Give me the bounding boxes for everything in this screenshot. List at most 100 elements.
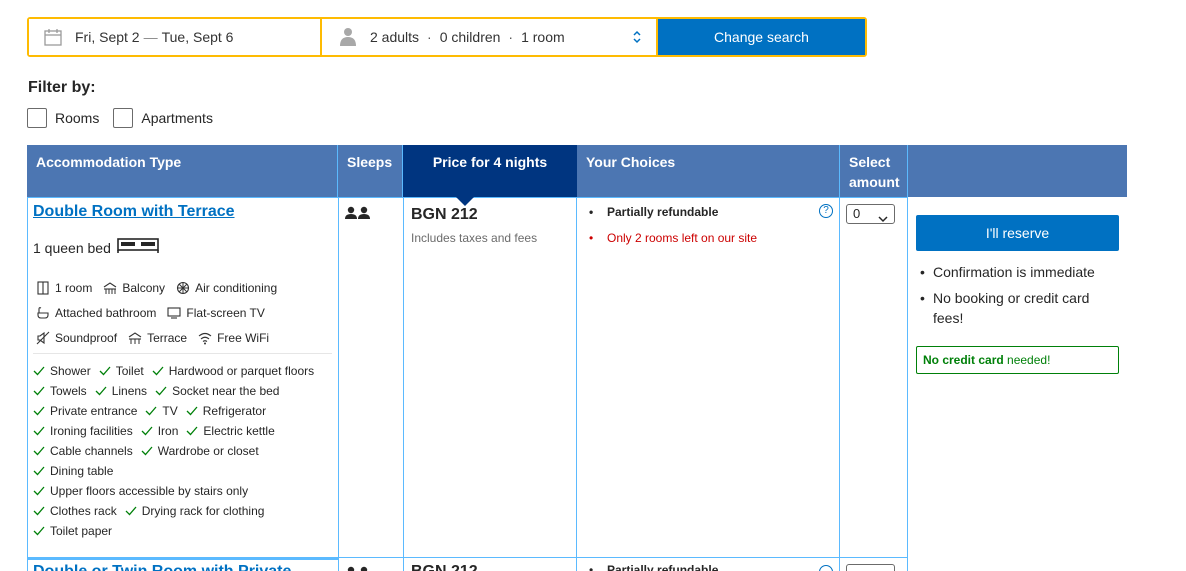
amenity-label: Electric kettle bbox=[203, 424, 275, 438]
no-credit-card-rest: needed! bbox=[1003, 353, 1051, 367]
question-icon[interactable]: ? bbox=[819, 204, 833, 218]
amenity-label: Shower bbox=[50, 364, 91, 378]
amount-select[interactable] bbox=[846, 564, 895, 571]
price-note: Includes taxes and fees bbox=[411, 231, 538, 245]
facility-item: Free WiFi bbox=[198, 331, 269, 345]
filter-apartments[interactable]: Apartments bbox=[113, 108, 213, 128]
amenity-item: Electric kettle bbox=[186, 424, 275, 438]
no-credit-card-bold: No credit card bbox=[923, 353, 1004, 367]
checkmark-icon bbox=[33, 365, 45, 377]
date-separator: — bbox=[143, 29, 158, 45]
amenity-label: Clothes rack bbox=[50, 504, 117, 518]
dot-separator: · bbox=[427, 29, 432, 45]
header-select-amount: Select amount bbox=[840, 145, 908, 197]
benefits-list: Confirmation is immediate No booking or … bbox=[920, 262, 1120, 334]
amenity-item: Dining table bbox=[33, 464, 113, 478]
checkmark-icon bbox=[33, 425, 45, 437]
amenity-label: Socket near the bed bbox=[172, 384, 280, 398]
amenity-item: Drying rack for clothing bbox=[125, 504, 265, 518]
check-out-date: Tue, Sept 6 bbox=[161, 29, 234, 45]
person-icon bbox=[338, 27, 358, 47]
header-select-line1: Select bbox=[849, 154, 891, 170]
amenity-item: Hardwood or parquet floors bbox=[152, 364, 314, 378]
amenity-label: Upper floors accessible by stairs only bbox=[50, 484, 249, 498]
filter-apartments-label: Apartments bbox=[141, 110, 213, 126]
room-amenities: Shower Toilet Hardwood or parquet floors To… bbox=[33, 361, 333, 541]
rooms-checkbox[interactable] bbox=[27, 108, 47, 128]
checkmark-icon bbox=[99, 365, 111, 377]
question-icon[interactable] bbox=[819, 565, 833, 571]
facility-label: Terrace bbox=[147, 330, 188, 345]
amenity-label: Private entrance bbox=[50, 404, 138, 418]
bath-icon bbox=[36, 306, 50, 320]
facility-label: Attached bathroom bbox=[55, 305, 157, 320]
checkmark-icon bbox=[155, 385, 167, 397]
amenity-label: Towels bbox=[50, 384, 87, 398]
amenity-item: Clothes rack bbox=[33, 504, 117, 518]
column-divider bbox=[576, 197, 577, 571]
amenity-item: Cable channels bbox=[33, 444, 133, 458]
amenity-label: Ironing facilities bbox=[50, 424, 133, 438]
amenity-item: Ironing facilities bbox=[33, 424, 133, 438]
facility-label: Free WiFi bbox=[217, 330, 270, 345]
choices-list: Partially refundable Only 2 rooms left o… bbox=[589, 204, 757, 256]
table-header: Accommodation Type Sleeps Price for 4 ni… bbox=[27, 145, 1127, 197]
amenity-label: Toilet paper bbox=[50, 524, 113, 538]
two-persons-icon bbox=[345, 206, 371, 225]
apartments-checkbox[interactable] bbox=[113, 108, 134, 128]
amenities-row: Upper floors accessible by stairs only bbox=[33, 481, 333, 501]
room-price: BGN 212 bbox=[411, 563, 478, 571]
column-divider bbox=[403, 197, 404, 571]
amenity-label: Iron bbox=[157, 424, 179, 438]
room-name-link[interactable]: Double Room with Terrace bbox=[33, 203, 235, 221]
amenities-row: Cable channels Wardrobe or closet bbox=[33, 441, 333, 461]
choice-rooms-left: Only 2 rooms left on our site bbox=[589, 230, 757, 256]
facility-item: 1 room bbox=[36, 281, 92, 295]
snowflake-icon bbox=[176, 281, 190, 295]
checkmark-icon bbox=[33, 385, 45, 397]
facility-label: Flat-screen TV bbox=[186, 305, 265, 320]
header-select-line2: amount bbox=[849, 174, 900, 190]
filter-title: Filter by: bbox=[28, 79, 96, 96]
checkmark-icon bbox=[33, 505, 45, 517]
checkmark-icon bbox=[145, 405, 157, 417]
adults-count: 2 adults bbox=[370, 29, 420, 45]
amount-select-value: 0 bbox=[853, 206, 861, 221]
room-facilities: 1 room Balcony Air conditioning Attached… bbox=[36, 275, 336, 350]
amenity-label: Refrigerator bbox=[202, 404, 267, 418]
amenity-label: Dining table bbox=[50, 464, 114, 478]
amount-select[interactable]: 0 bbox=[846, 204, 895, 224]
amenity-item: Toilet paper bbox=[33, 524, 112, 538]
checkmark-icon bbox=[186, 425, 198, 437]
facility-item: Balcony bbox=[103, 281, 165, 295]
bed-label: 1 queen bed bbox=[33, 239, 111, 256]
filter-rooms[interactable]: Rooms bbox=[27, 108, 99, 128]
guests-selector[interactable]: 2 adults · 0 children · 1 room bbox=[322, 19, 656, 55]
bed-icon bbox=[111, 238, 159, 257]
amenity-label: Linens bbox=[111, 384, 148, 398]
room-size-icon bbox=[36, 280, 50, 295]
change-search-button[interactable]: Change search bbox=[658, 19, 865, 55]
amenity-item: Linens bbox=[95, 384, 147, 398]
check-in-date: Fri, Sept 2 bbox=[75, 29, 140, 45]
amenity-item: Private entrance bbox=[33, 404, 137, 418]
facilities-divider bbox=[33, 353, 332, 354]
amenity-label: Drying rack for clothing bbox=[141, 504, 265, 518]
amenity-item: Toilet bbox=[99, 364, 144, 378]
amenity-label: Hardwood or parquet floors bbox=[168, 364, 315, 378]
room-name-link[interactable]: Double or Twin Room with Private bbox=[33, 563, 291, 571]
no-credit-card-badge: No credit card needed! bbox=[916, 346, 1119, 374]
header-sleeps: Sleeps bbox=[338, 145, 403, 197]
price-header-arrow bbox=[456, 197, 474, 206]
column-divider bbox=[907, 197, 908, 571]
chevron-down-icon bbox=[878, 210, 888, 228]
checkmark-icon bbox=[186, 405, 198, 417]
amenity-label: Toilet bbox=[115, 364, 144, 378]
amenity-label: Wardrobe or closet bbox=[157, 444, 259, 458]
checkmark-icon bbox=[33, 405, 45, 417]
facility-label: Soundproof bbox=[55, 330, 118, 345]
date-picker[interactable]: Fri, Sept 2 — Tue, Sept 6 bbox=[29, 19, 320, 55]
room-price: BGN 212 bbox=[411, 206, 478, 223]
reserve-button[interactable]: I'll reserve bbox=[916, 215, 1119, 251]
checkmark-icon bbox=[33, 485, 45, 497]
